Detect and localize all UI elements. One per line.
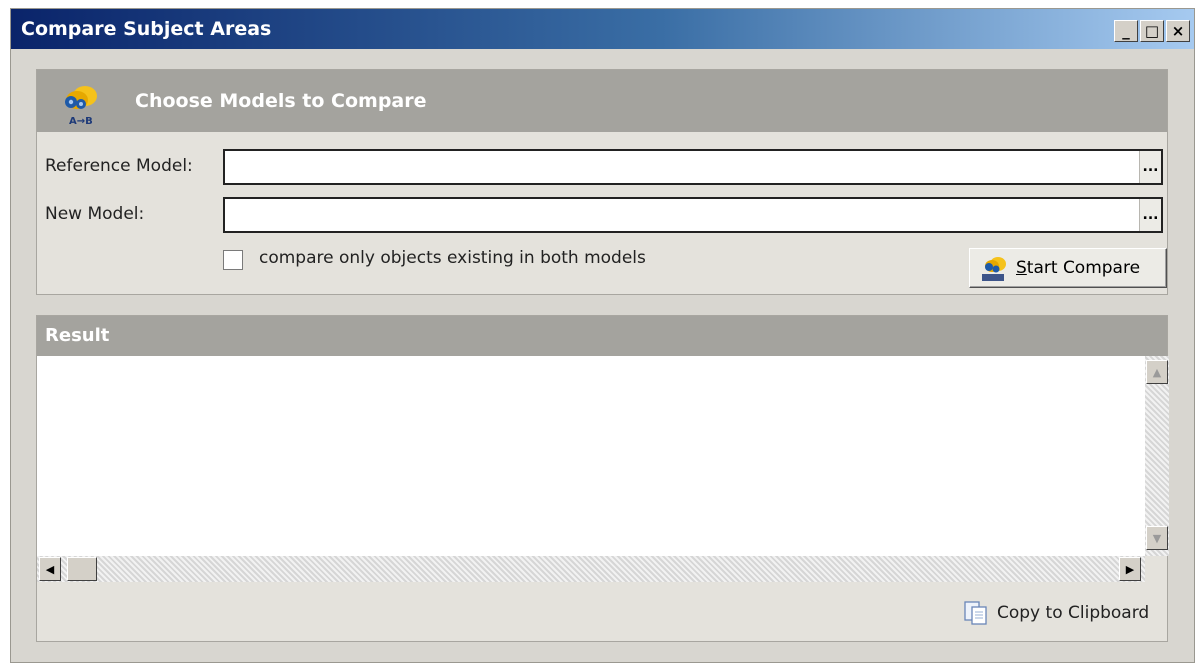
copy-to-clipboard-label: Copy to Clipboard (997, 603, 1150, 623)
scroll-down-button[interactable]: ▼ (1146, 526, 1168, 550)
new-model-input[interactable] (225, 199, 1125, 229)
choose-models-header: A→B Choose Models to Compare (37, 70, 1167, 132)
reference-model-browse-button[interactable]: ... (1139, 151, 1161, 183)
choose-models-title: Choose Models to Compare (135, 90, 427, 112)
start-compare-button[interactable]: Start Compare (969, 248, 1167, 288)
logo-caption: A→B (69, 116, 93, 127)
compare-only-checkbox[interactable] (223, 250, 243, 270)
clipboard-icon (963, 600, 989, 626)
copy-to-clipboard-button[interactable]: Copy to Clipboard (963, 600, 1149, 626)
reference-model-field[interactable]: ... (223, 149, 1163, 185)
close-button[interactable]: × (1166, 20, 1190, 42)
new-model-browse-button[interactable]: ... (1139, 199, 1161, 231)
vertical-scrollbar[interactable]: ▲ ▼ (1145, 356, 1169, 556)
compare-window: Compare Subject Areas _ □ × A→B Choose M… (10, 8, 1195, 663)
choose-models-panel: A→B Choose Models to Compare Reference M… (36, 69, 1168, 295)
horizontal-scroll-thumb[interactable] (67, 557, 97, 581)
new-model-label: New Model: (45, 204, 145, 224)
result-title: Result (45, 325, 110, 346)
new-model-field[interactable]: ... (223, 197, 1163, 233)
horizontal-scrollbar[interactable]: ◀ ▶ (37, 556, 1145, 582)
maximize-button[interactable]: □ (1140, 20, 1164, 42)
reference-model-label: Reference Model: (45, 156, 193, 176)
compare-models-icon: A→B (51, 80, 111, 128)
scroll-left-button[interactable]: ◀ (39, 557, 61, 581)
start-compare-label: tart Compare (1026, 258, 1141, 278)
title-bar[interactable]: Compare Subject Areas _ □ × (11, 9, 1194, 49)
window-title: Compare Subject Areas (21, 18, 272, 40)
compare-icon (980, 254, 1010, 282)
result-header: Result (37, 316, 1167, 356)
start-compare-mnemonic: S (1016, 258, 1027, 278)
compare-only-label[interactable]: compare only objects existing in both mo… (259, 248, 646, 268)
reference-model-input[interactable] (225, 151, 1125, 181)
result-text-area[interactable] (37, 356, 1145, 556)
scroll-right-button[interactable]: ▶ (1119, 557, 1141, 581)
minimize-button[interactable]: _ (1114, 20, 1138, 42)
scroll-up-button[interactable]: ▲ (1146, 360, 1168, 384)
result-panel: Result ▲ ▼ ◀ ▶ Copy to Clipboard (36, 315, 1169, 642)
